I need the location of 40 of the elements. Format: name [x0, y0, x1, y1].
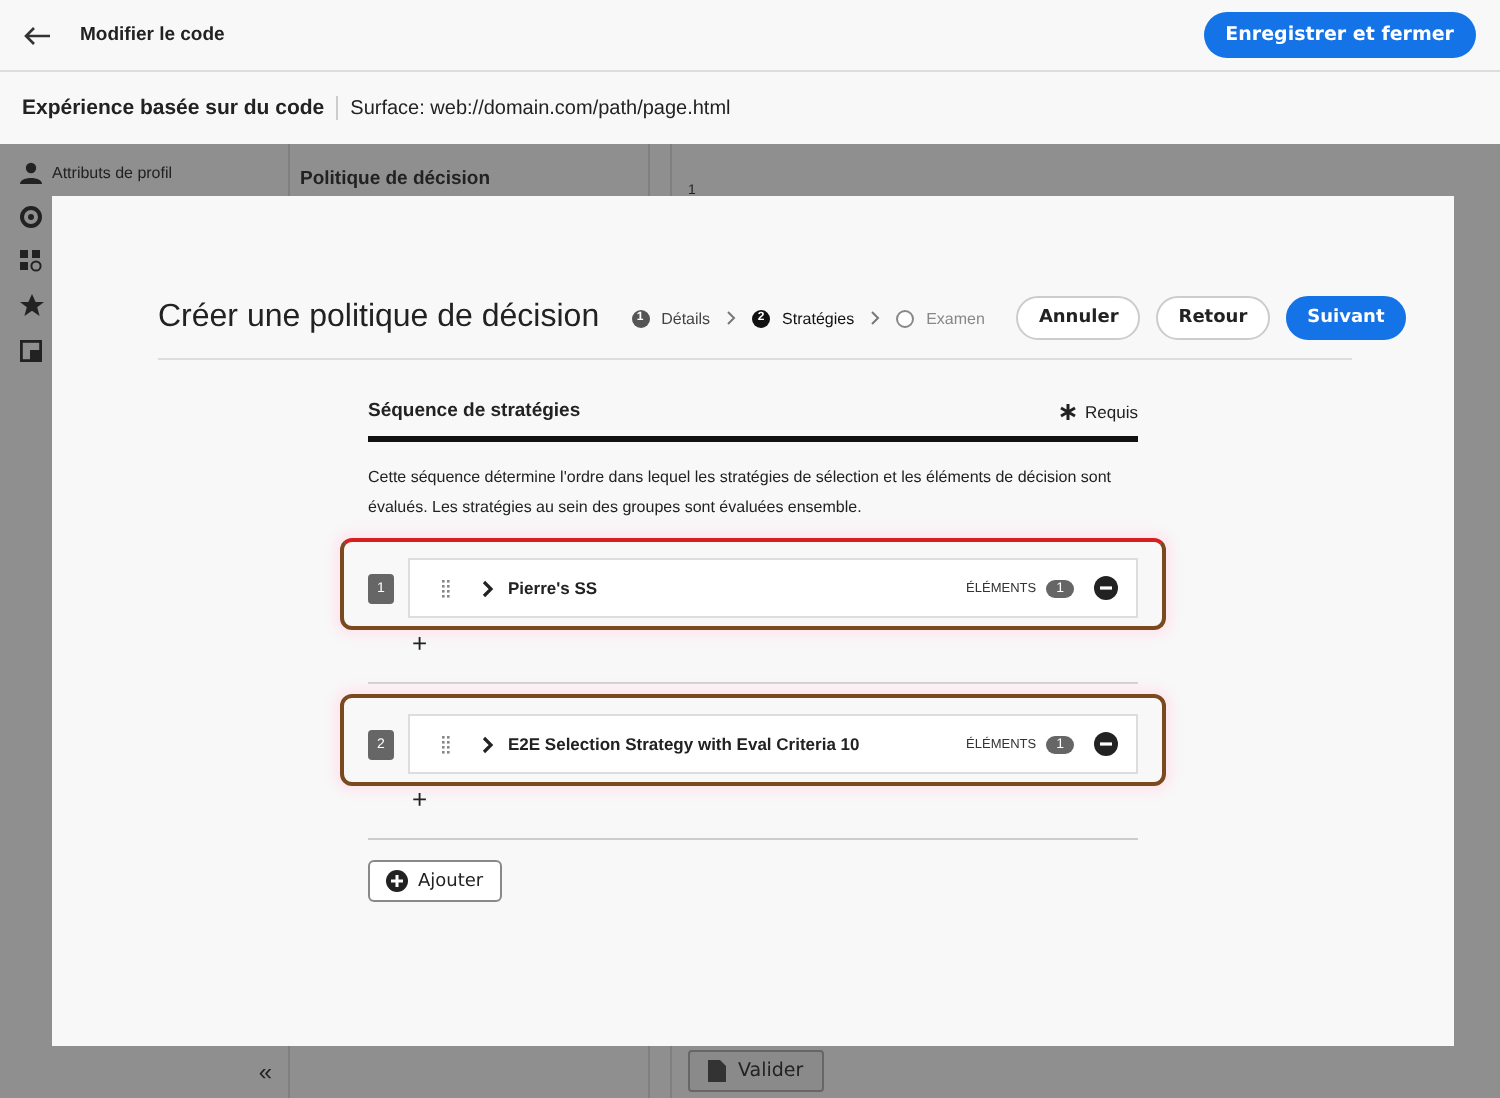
section-title: Séquence de stratégies — [368, 400, 581, 422]
rail-label[interactable]: Attributs de profil — [52, 164, 173, 182]
page-title: Modifier le code — [80, 24, 225, 46]
dialog-button[interactable]: Annuler — [1016, 296, 1141, 340]
plus-circle-icon — [386, 870, 408, 892]
validate-button[interactable]: Valider — [688, 1050, 824, 1092]
drag-handle-icon[interactable] — [442, 735, 450, 753]
add-button[interactable]: Ajouter — [368, 860, 502, 902]
gauge-icon[interactable] — [20, 206, 42, 228]
panel-title: Politique de décision — [300, 168, 491, 190]
chevron-icon[interactable] — [482, 735, 494, 753]
step-label[interactable]: Détails — [661, 309, 711, 327]
star-icon[interactable] — [20, 294, 44, 318]
step-label[interactable]: Stratégies — [782, 309, 855, 327]
panel-icon[interactable] — [20, 340, 42, 362]
grid-icon[interactable] — [20, 250, 42, 272]
save-and-close-button[interactable]: Enregistrer et fermer — [1203, 12, 1476, 58]
required-label: Requis — [1085, 401, 1138, 421]
add-icon[interactable]: + — [412, 630, 428, 658]
back-arrow-icon[interactable] — [24, 25, 52, 45]
next-button[interactable]: Suivant — [1285, 296, 1407, 340]
strategy-name: Pierre's SS — [508, 578, 598, 598]
strategy-name: E2E Selection Strategy with Eval Criteria 10 — [508, 734, 860, 754]
remove-icon[interactable] — [1094, 576, 1118, 600]
chevron-icon — [870, 310, 881, 326]
dialog-title: Créer une politique de décision — [158, 300, 600, 336]
dialog-button[interactable]: Retour — [1156, 296, 1270, 340]
collapse-icon[interactable]: « — [258, 1058, 272, 1086]
chevron-icon — [726, 310, 737, 326]
document-icon — [708, 1060, 726, 1082]
asterisk-icon — [1059, 403, 1076, 419]
drag-handle-icon[interactable] — [442, 579, 450, 597]
remove-icon[interactable] — [1094, 732, 1118, 756]
chevron-icon[interactable] — [482, 579, 494, 597]
step-indicator — [896, 309, 915, 327]
experience-title: Expérience basée sur du code — [22, 96, 339, 120]
surface-label: Surface: web://domain.com/path/page.html — [350, 97, 731, 119]
person-icon[interactable] — [20, 162, 42, 184]
add-icon[interactable]: + — [412, 786, 428, 814]
description: Cette séquence détermine l'ordre dans lequel les stratégies de sélection et les éléments de décision sont évalués. Les stratégies au sein des groupes sont évaluées ensemble. — [368, 466, 1114, 520]
